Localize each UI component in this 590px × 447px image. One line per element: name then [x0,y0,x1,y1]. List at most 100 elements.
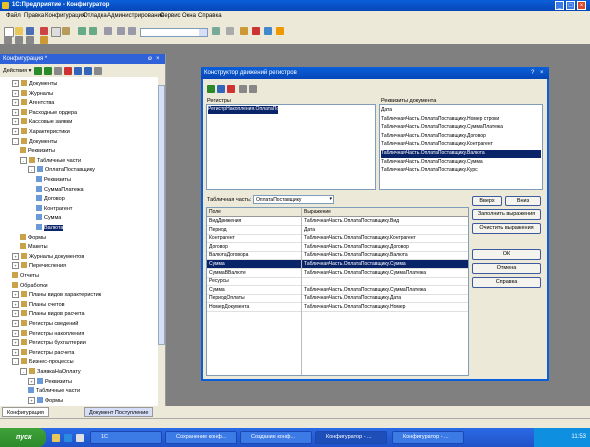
tree-item[interactable]: - Документы [12,137,57,147]
scrollbar-thumb[interactable] [158,85,165,345]
ie-icon[interactable] [64,434,72,442]
edit-register-icon[interactable] [217,85,225,93]
dialog-close-icon[interactable]: × [540,70,544,76]
expressions-grid[interactable]: Поле Выражение ВидДвижения ТабличнаяЧасть… [206,207,469,376]
close-button[interactable]: × [577,1,586,10]
quicklaunch-icon[interactable] [52,434,60,442]
fill-expressions-button[interactable]: Заполнить выражения [472,209,541,220]
remove-register-icon[interactable] [227,85,235,93]
doc-field-item[interactable]: ТабличнаяЧасть.ОплатаПоставщику.Контраге… [381,141,541,149]
expand-icon[interactable]: + [12,329,19,337]
menu-debug[interactable]: Отладка [83,13,107,19]
move-down-icon[interactable] [84,67,92,75]
run-icon[interactable] [276,27,284,35]
ok-button[interactable]: ОК [472,249,541,260]
grid-cell-expression[interactable]: ТабличнаяЧасть.ОплатаПоставщику.СуммаПла… [304,287,426,293]
tree-item[interactable]: Обработки [12,281,48,291]
up-icon[interactable] [239,85,247,93]
doc-field-item[interactable]: ТабличнаяЧасть.ОплатаПоставщику.СуммаПла… [381,124,541,132]
tree-item[interactable]: Табличные части [28,387,80,396]
collapse-icon[interactable]: - [12,137,19,145]
tool-icon[interactable] [226,27,234,35]
expand-icon[interactable]: + [12,320,19,327]
expand-icon[interactable]: + [12,310,19,318]
menu-help[interactable]: Справка [198,13,222,19]
menu-windows[interactable]: Окна [182,13,196,19]
doc-field-item[interactable]: Дата [381,107,541,115]
tree-item[interactable]: Реквизиты [20,147,55,156]
tree-item[interactable]: + Журналы документов [12,252,84,262]
toolbar-combo[interactable] [140,28,208,37]
tree-item[interactable]: + Планы видов расчета [12,310,85,319]
menu-service[interactable]: Сервис [160,13,181,19]
collapse-icon[interactable]: - [20,368,27,375]
expand-icon[interactable]: + [28,396,35,404]
menu-administration[interactable]: Администрирование [107,13,164,19]
tree-item[interactable]: + Документы [12,80,57,89]
grid-cell-expression[interactable]: Дата [304,227,315,233]
expand-icon[interactable]: + [12,89,19,97]
delete-icon[interactable] [64,67,72,75]
grid-cell-expression[interactable]: ТабличнаяЧасть.ОплатаПоставщику.Сумма [304,261,406,267]
register-item[interactable]: РегистрНакопления.ОплатаПоставщикам [208,106,278,114]
copy-icon[interactable] [51,27,61,37]
doc-field-item[interactable]: ТабличнаяЧасть.ОплатаПоставщику.Договор [381,133,541,141]
maximize-button[interactable]: □ [566,1,575,10]
grid-cell-expression[interactable]: ТабличнаяЧасть.ОплатаПоставщику.Валюта [304,252,408,258]
tree-item[interactable]: + Формы [28,396,63,406]
grid-cell-expression[interactable]: ТабличнаяЧасть.ОплатаПоставщику.Вид [304,218,399,224]
sort-icon[interactable] [94,67,102,75]
debug-icon[interactable] [264,27,272,35]
doc-field-item[interactable]: ТабличнаяЧасть.ОплатаПоставщику.Курс [381,167,541,175]
tree-item[interactable]: - ЗаявкаНаОплату [20,368,81,377]
expand-icon[interactable]: + [12,291,19,299]
tree-item[interactable]: + Перечисления [12,262,66,271]
taskbar-item[interactable]: Конфигуратор - ... [315,431,387,444]
tablepart-select[interactable]: ОплатаПоставщику ▾ [253,195,334,204]
taskbar-item[interactable]: Создание конф... [240,431,312,444]
expand-icon[interactable]: + [12,80,19,87]
cut-icon[interactable] [40,27,48,35]
menu-file[interactable]: Файл [6,13,21,19]
add-child-icon[interactable] [44,67,52,75]
tree-item[interactable]: СуммаПлатежа [36,185,84,195]
save-icon[interactable] [26,27,34,35]
grid-cell-expression[interactable]: ТабличнаяЧасть.ОплатаПоставщику.Контраге… [304,235,416,241]
cancel-button[interactable]: Отмена [472,263,541,274]
tree-item[interactable]: + Регистры накопления [12,329,84,339]
registers-list[interactable]: РегистрНакопления.ОплатаПоставщикам [206,104,376,190]
expand-icon[interactable]: + [28,377,35,385]
update-icon[interactable] [252,27,260,35]
tree-item[interactable]: + Журналы [12,89,53,99]
add-register-icon[interactable] [207,85,215,93]
syntax-icon[interactable] [15,36,23,44]
open-icon[interactable] [15,27,23,35]
tree-item[interactable]: + Планы видов характеристик [12,291,101,300]
grid-cell-expression[interactable]: ТабличнаяЧасть.ОплатаПоставщику.Договор [304,244,409,250]
tree-item[interactable]: Макеты [20,243,48,252]
tree-item[interactable]: + Характеристики [12,128,70,137]
doc-field-item[interactable]: ТабличнаяЧасть.ОплатаПоставщику.Валюта [381,150,541,158]
collapse-icon[interactable]: - [28,166,35,174]
find-icon[interactable] [104,27,112,35]
tab-configuration[interactable]: Конфигурация [2,407,49,417]
move-up-icon[interactable] [74,67,82,75]
tree-item[interactable]: + Агентства [12,99,54,108]
expand-icon[interactable]: + [12,348,19,356]
tree-scrollbar[interactable] [158,77,165,407]
expand-icon[interactable]: + [12,252,19,260]
replace-icon[interactable] [117,27,125,35]
tree-item[interactable]: Формы [20,233,46,243]
search-icon[interactable] [212,27,220,35]
help-icon[interactable]: ? [531,70,534,76]
help-button[interactable]: Справка [472,277,541,288]
start-button[interactable]: пуск [0,428,46,447]
menu-configuration[interactable]: Конфигурация [45,13,85,19]
expand-icon[interactable]: + [12,108,19,116]
doc-fields-list[interactable]: Дата ТабличнаяЧасть.ОплатаПоставщику.Номе… [379,104,543,190]
expand-icon[interactable]: + [12,128,19,135]
grid-cell-expression[interactable]: ТабличнаяЧасть.ОплатаПоставщику.Дата [304,295,401,301]
down-icon[interactable] [249,85,257,93]
doc-field-item[interactable]: ТабличнаяЧасть.ОплатаПоставщику.Номер ст… [381,116,541,124]
module-icon[interactable] [4,36,12,44]
